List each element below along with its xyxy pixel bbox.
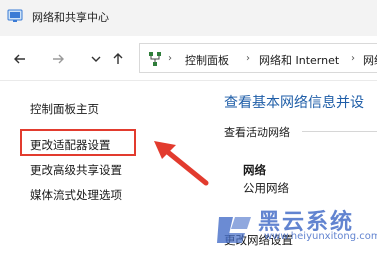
highlight-box: [20, 129, 136, 156]
arrow-right-icon: [53, 54, 64, 64]
breadcrumb-separator-icon: ›: [351, 53, 355, 64]
arrow-left-icon: [14, 54, 25, 64]
window-title: 网络和共享中心: [32, 11, 109, 24]
watermark-logo-icon: [217, 217, 251, 243]
title-bar: 网络和共享中心: [0, 0, 377, 36]
breadcrumb-network-internet[interactable]: 网络和 Internet: [259, 52, 339, 68]
sidebar-item-advanced-sharing[interactable]: 更改高级共享设置: [30, 162, 122, 178]
network-center-icon: [7, 9, 23, 22]
toolbar-divider: [0, 80, 377, 81]
network-name: 网络: [243, 163, 266, 177]
network-location-icon: [149, 52, 161, 66]
chevron-down-icon: [91, 56, 101, 62]
up-button[interactable]: [107, 48, 129, 70]
page-title: 查看基本网络信息并设: [224, 95, 364, 111]
breadcrumb-network[interactable]: 网络: [363, 52, 377, 68]
pointer-arrow-icon: [154, 141, 209, 186]
navigation-toolbar: › 控制面板 › 网络和 Internet › 网络: [0, 36, 377, 80]
breadcrumb-separator-icon: ›: [246, 53, 250, 64]
forward-button[interactable]: [47, 48, 69, 70]
network-type: 公用网络: [243, 181, 289, 195]
sidebar-item-media-streaming[interactable]: 媒体流式处理选项: [30, 187, 122, 203]
address-bar[interactable]: › 控制面板 › 网络和 Internet › 网络: [139, 43, 377, 73]
chevron-down-button[interactable]: [85, 48, 107, 70]
breadcrumb-control-panel[interactable]: 控制面板: [185, 52, 229, 68]
breadcrumb-separator-icon: ›: [168, 53, 172, 64]
arrow-up-icon: [113, 53, 123, 64]
watermark-url: www.heiyunxitong.com: [264, 231, 377, 242]
active-networks-heading: 查看活动网络: [224, 126, 290, 139]
sidebar-item-home[interactable]: 控制面板主页: [30, 101, 99, 117]
section-divider: [302, 131, 377, 132]
back-button[interactable]: [9, 48, 31, 70]
